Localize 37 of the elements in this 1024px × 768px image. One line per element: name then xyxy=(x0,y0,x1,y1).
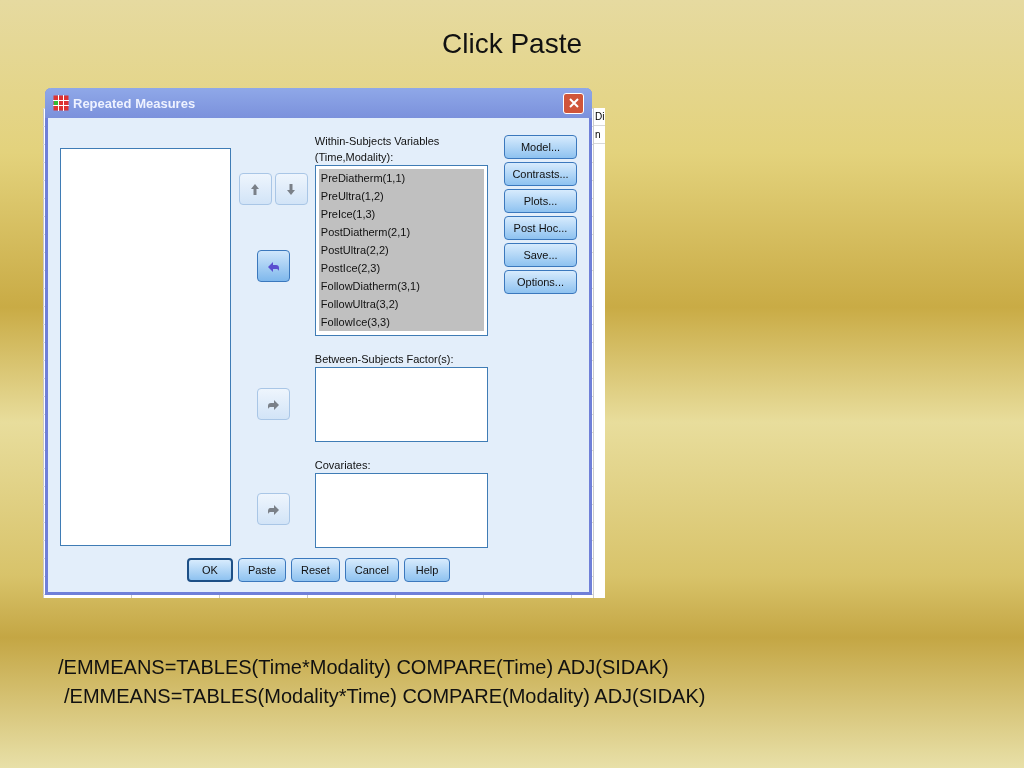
close-button[interactable] xyxy=(563,92,584,114)
dialog-button[interactable]: Model... xyxy=(504,135,577,159)
close-icon xyxy=(568,98,579,108)
list-label: Within-Subjects Variables xyxy=(314,134,441,149)
dialog-button[interactable]: Save... xyxy=(504,243,577,267)
syntax-line: /EMMEANS=TABLES(Modality*Time) COMPARE(Modality) ADJ(SIDAK) xyxy=(64,685,706,708)
list-label: (Time,Modality): xyxy=(314,150,395,165)
window-title: Repeated Measures xyxy=(73,95,197,111)
dialog-button[interactable]: Contrasts... xyxy=(504,162,577,186)
dialog-button[interactable]: Cancel xyxy=(344,558,400,582)
dialog-button[interactable]: Paste xyxy=(237,558,287,582)
list-label: Covariates: xyxy=(314,458,372,473)
list-label: Between-Subjects Factor(s): xyxy=(314,352,455,367)
list-item[interactable]: PostUltra(2,2) xyxy=(318,241,484,259)
list-item[interactable]: PostIce(2,3) xyxy=(318,259,484,277)
list-item[interactable]: FollowIce(3,3) xyxy=(318,313,484,331)
dialog-button[interactable]: Plots... xyxy=(504,189,577,213)
variable-list[interactable]: PreDiatherm(1,1) PreUltra(1,2) PreIce(1,3) PostDiatherm(2,1) PostUltra(2,2) PostIce(2,3) FollowDiatherm(3,1) FollowUltra(3,2) FollowIce(3,3) xyxy=(314,165,488,336)
dialog-button[interactable]: Options... xyxy=(504,270,577,294)
list-item[interactable]: FollowDiatherm(3,1) xyxy=(318,277,484,295)
grid-icon xyxy=(53,95,69,111)
list-item[interactable]: PreIce(1,3) xyxy=(318,205,484,223)
table-cell: Di xyxy=(594,108,605,126)
covariate-list[interactable] xyxy=(314,473,488,548)
list-item[interactable]: PreUltra(1,2) xyxy=(318,187,484,205)
table-cell: n xyxy=(594,126,605,144)
dialog-button[interactable]: Help xyxy=(404,558,451,582)
list-item[interactable]: PreDiatherm(1,1) xyxy=(318,169,484,187)
dialog-button[interactable]: OK xyxy=(186,558,233,582)
list-item[interactable]: PostDiatherm(2,1) xyxy=(318,223,484,241)
arrow-button[interactable] xyxy=(256,250,290,282)
factor-list[interactable] xyxy=(314,367,488,442)
list-item[interactable]: FollowUltra(3,2) xyxy=(318,295,484,313)
syntax-line: /EMMEANS=TABLES(Time*Modality) COMPARE(Time) ADJ(SIDAK) xyxy=(58,656,670,679)
dialog-button[interactable]: Reset xyxy=(291,558,340,582)
slide-title: Click Paste xyxy=(440,28,583,60)
dialog-button[interactable]: Post Hoc... xyxy=(504,216,577,240)
